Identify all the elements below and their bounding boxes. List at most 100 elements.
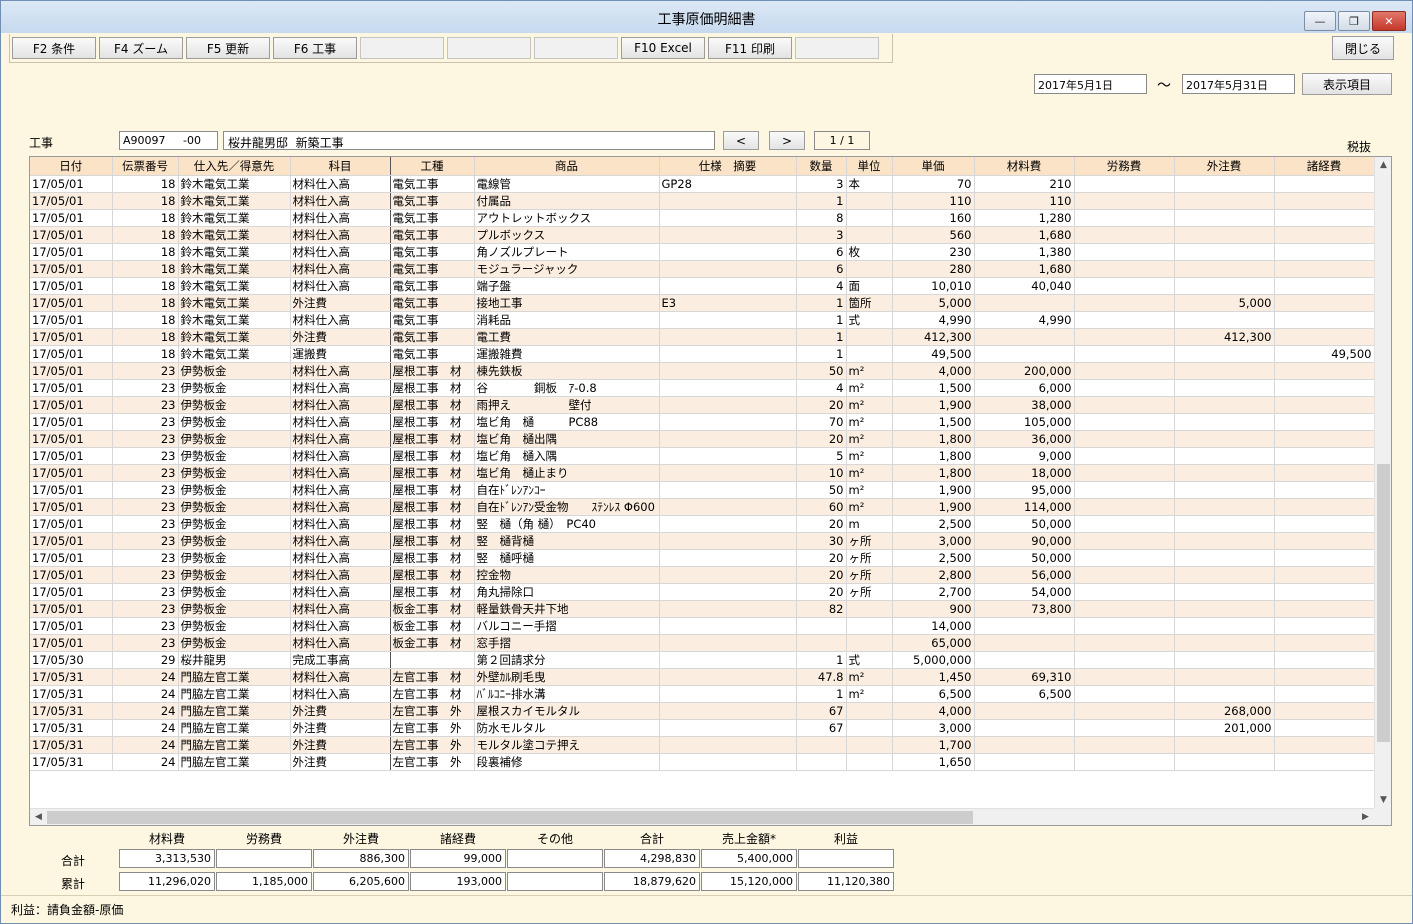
cell-unit[interactable] — [846, 260, 893, 278]
cell-unit-price[interactable]: 1,650 — [892, 753, 975, 771]
cell-outsource[interactable] — [1174, 634, 1275, 652]
cell-work-type[interactable]: 板金工事 材 — [390, 600, 475, 618]
cell-partner[interactable]: 鈴木電気工業 — [178, 192, 291, 210]
cell-date[interactable]: 17/05/01 — [30, 277, 113, 295]
cell-work-type[interactable]: 電気工事 — [390, 260, 475, 278]
cell-spec[interactable] — [659, 685, 797, 703]
cell-account[interactable]: 材料仕入高 — [290, 413, 391, 431]
cell-item[interactable]: 棟先鉄板 — [474, 362, 660, 380]
cell-unit-price[interactable]: 10,010 — [892, 277, 975, 295]
cell-date[interactable]: 17/05/30 — [30, 651, 113, 669]
cell-account[interactable]: 運搬費 — [290, 345, 391, 363]
cell-spec[interactable] — [659, 328, 797, 346]
table-row[interactable]: 17/05/01 18 鈴木電気工業 運搬費 電気工事 運搬雑費 1 49,500 49,500 — [30, 345, 1375, 363]
cell-unit[interactable]: m² — [846, 668, 893, 686]
cell-material[interactable]: 1,680 — [974, 260, 1075, 278]
cell-misc[interactable] — [1274, 702, 1375, 720]
cell-item[interactable]: 第２回請求分 — [474, 651, 660, 669]
cell-item[interactable]: 窓手摺 — [474, 634, 660, 652]
cell-material[interactable]: 95,000 — [974, 481, 1075, 499]
cell-outsource[interactable] — [1174, 192, 1275, 210]
cell-date[interactable]: 17/05/01 — [30, 464, 113, 482]
cell-date[interactable]: 17/05/01 — [30, 583, 113, 601]
cell-labor[interactable] — [1074, 260, 1175, 278]
cell-voucher[interactable]: 23 — [112, 430, 179, 448]
cell-unit-price[interactable]: 110 — [892, 192, 975, 210]
cell-outsource[interactable] — [1174, 651, 1275, 669]
cell-partner[interactable]: 伊勢板金 — [178, 549, 291, 567]
cell-unit[interactable]: m² — [846, 464, 893, 482]
cell-unit[interactable]: m² — [846, 430, 893, 448]
cell-material[interactable]: 38,000 — [974, 396, 1075, 414]
table-row[interactable]: 17/05/01 18 鈴木電気工業 材料仕入高 電気工事 端子盤 4 面 10,010 40,0… — [30, 277, 1375, 295]
cell-qty[interactable] — [796, 634, 847, 652]
cell-date[interactable]: 17/05/01 — [30, 226, 113, 244]
cell-labor[interactable] — [1074, 481, 1175, 499]
col-work-type[interactable]: 工種 — [390, 157, 475, 176]
table-row[interactable]: 17/05/01 23 伊勢板金 材料仕入高 屋根工事 材谷 銅板 ｱ-0.8 4 m² 1,… — [30, 379, 1375, 397]
cell-misc[interactable] — [1274, 226, 1375, 244]
table-row[interactable]: 17/05/01 23 伊勢板金 材料仕入高 屋根工事 材塩ビ角 樋止まり 10 m² 1,8… — [30, 464, 1375, 482]
cell-spec[interactable] — [659, 226, 797, 244]
cell-spec[interactable] — [659, 464, 797, 482]
cell-item[interactable]: 接地工事 — [474, 294, 660, 312]
table-row[interactable]: 17/05/01 18 鈴木電気工業 材料仕入高 電気工事 付属品 1 110 110 — [30, 192, 1375, 210]
cell-account[interactable]: 外注費 — [290, 294, 391, 312]
cell-misc[interactable] — [1274, 447, 1375, 465]
cell-item[interactable]: バルコニー手摺 — [474, 617, 660, 635]
cell-partner[interactable]: 伊勢板金 — [178, 413, 291, 431]
cell-unit[interactable]: 面 — [846, 277, 893, 295]
cell-labor[interactable] — [1074, 668, 1175, 686]
cell-unit-price[interactable]: 3,000 — [892, 719, 975, 737]
cell-spec[interactable]: GP28 — [659, 175, 797, 193]
cell-labor[interactable] — [1074, 719, 1175, 737]
cell-outsource[interactable] — [1174, 753, 1275, 771]
cell-spec[interactable] — [659, 396, 797, 414]
table-row[interactable]: 17/05/01 18 鈴木電気工業 外注費 電気工事 接地工事 E3 1 箇所 5,000 5,0… — [30, 294, 1375, 312]
cell-material[interactable]: 1,680 — [974, 226, 1075, 244]
cell-account[interactable]: 材料仕入高 — [290, 566, 391, 584]
cell-qty[interactable]: 50 — [796, 362, 847, 380]
cell-work-type[interactable]: 電気工事 — [390, 192, 475, 210]
col-unit-price[interactable]: 単価 — [892, 157, 975, 176]
cell-work-type[interactable]: 電気工事 — [390, 209, 475, 227]
cell-unit[interactable] — [846, 328, 893, 346]
cell-date[interactable]: 17/05/01 — [30, 362, 113, 380]
cell-outsource[interactable] — [1174, 311, 1275, 329]
cell-item[interactable]: 雨押え 壁付 — [474, 396, 660, 414]
cell-labor[interactable] — [1074, 209, 1175, 227]
cell-material[interactable]: 73,800 — [974, 600, 1075, 618]
cell-item[interactable]: 竪 樋背樋 — [474, 532, 660, 550]
cell-material[interactable] — [974, 634, 1075, 652]
table-row[interactable]: 17/05/30 29 桜井龍男 完成工事高 第２回請求分 1 式 5,000,000 — [30, 651, 1375, 669]
cell-spec[interactable] — [659, 413, 797, 431]
cell-voucher[interactable]: 18 — [112, 311, 179, 329]
prev-page-button[interactable]: < — [723, 131, 759, 150]
cell-qty[interactable]: 4 — [796, 277, 847, 295]
maximize-button[interactable]: ❐ — [1338, 11, 1370, 31]
cell-voucher[interactable]: 23 — [112, 362, 179, 380]
cell-unit[interactable] — [846, 736, 893, 754]
cell-misc[interactable] — [1274, 498, 1375, 516]
cell-unit-price[interactable]: 1,450 — [892, 668, 975, 686]
cell-material[interactable]: 6,000 — [974, 379, 1075, 397]
cell-labor[interactable] — [1074, 600, 1175, 618]
cell-work-type[interactable]: 屋根工事 材 — [390, 566, 475, 584]
cell-outsource[interactable] — [1174, 175, 1275, 193]
cell-labor[interactable] — [1074, 515, 1175, 533]
cell-voucher[interactable]: 24 — [112, 736, 179, 754]
cell-work-type[interactable]: 屋根工事 材 — [390, 515, 475, 533]
close-button[interactable]: 閉じる — [1332, 36, 1394, 60]
cell-voucher[interactable]: 18 — [112, 294, 179, 312]
cell-work-type[interactable]: 屋根工事 材 — [390, 464, 475, 482]
cell-misc[interactable] — [1274, 583, 1375, 601]
cell-qty[interactable]: 1 — [796, 294, 847, 312]
cell-date[interactable]: 17/05/01 — [30, 447, 113, 465]
cell-labor[interactable] — [1074, 549, 1175, 567]
cell-misc[interactable] — [1274, 481, 1375, 499]
cell-date[interactable]: 17/05/01 — [30, 566, 113, 584]
cell-material[interactable]: 200,000 — [974, 362, 1075, 380]
cell-date[interactable]: 17/05/01 — [30, 175, 113, 193]
cell-voucher[interactable]: 18 — [112, 328, 179, 346]
cell-material[interactable] — [974, 328, 1075, 346]
